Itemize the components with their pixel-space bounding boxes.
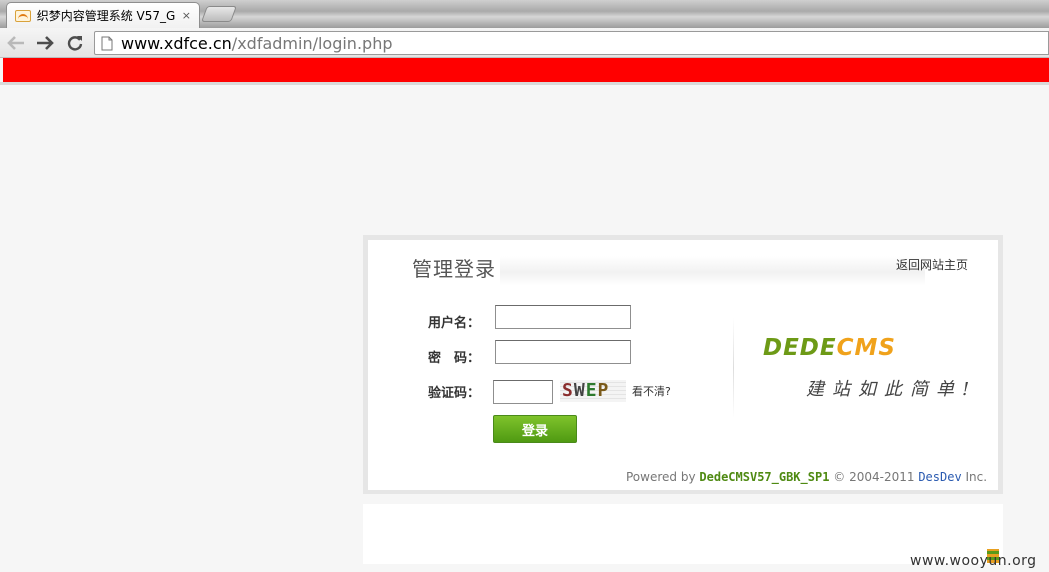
login-title: 管理登录 [412, 257, 496, 281]
redaction-bar [3, 58, 1049, 82]
captcha-char: S [562, 380, 574, 401]
captcha-char: E [585, 380, 598, 401]
url-path: /xdfadmin/login.php [231, 33, 393, 53]
company-link[interactable]: DesDev [918, 470, 961, 484]
tab-close-icon[interactable]: × [182, 9, 191, 22]
brand-slogan: 建站如此简单! [806, 379, 978, 400]
url-host: www.xdfce.cn [121, 33, 232, 53]
new-tab-button[interactable] [201, 6, 237, 22]
address-bar[interactable]: www.xdfce.cn/xdfadmin/login.php [94, 31, 1049, 55]
browser-tab[interactable]: 织梦内容管理系统 V57_G × [6, 2, 200, 28]
copyright-text: © 2004-2011 [833, 470, 915, 484]
url-text: www.xdfce.cn/xdfadmin/login.php [121, 34, 392, 53]
password-label: 密 码： [428, 351, 481, 366]
forward-arrow-icon[interactable] [33, 31, 57, 55]
version-link[interactable]: DedeCMSV57_GBK_SP1 [699, 470, 829, 484]
back-arrow-icon[interactable] [4, 31, 28, 55]
captcha-char: W [573, 380, 586, 401]
username-input[interactable] [495, 305, 631, 329]
browser-tab-strip: 织梦内容管理系统 V57_G × [0, 0, 1049, 28]
captcha-char: P [597, 380, 610, 401]
logo-cms: CMS [836, 335, 896, 361]
panel-divider [733, 318, 734, 418]
watermark-text: www.wooyun.org [910, 553, 1037, 569]
dedecms-favicon-icon [15, 9, 31, 22]
lower-panel [363, 504, 1003, 564]
reload-icon[interactable] [63, 31, 87, 55]
tab-title: 织梦内容管理系统 V57_G [36, 9, 176, 23]
powered-by-footer: Powered by DedeCMSV57_GBK_SP1 © 2004-201… [626, 470, 987, 484]
dedecms-logo: DEDECMS [763, 335, 896, 361]
captcha-input[interactable] [493, 380, 553, 404]
powered-prefix: Powered by [626, 470, 696, 484]
logo-dede: DEDE [763, 335, 837, 361]
toolbar-shadow [0, 82, 1049, 85]
captcha-image[interactable]: SWEP [560, 380, 626, 402]
username-label: 用户名： [428, 316, 481, 331]
return-home-link[interactable]: 返回网站主页 [896, 256, 968, 273]
captcha-refresh-link[interactable]: 看不清? [632, 383, 671, 399]
page-icon [101, 36, 113, 50]
captcha-label: 验证码： [428, 386, 481, 401]
company-suffix: Inc. [965, 470, 988, 484]
title-bar-shade [500, 256, 925, 286]
login-button[interactable]: 登录 [493, 415, 577, 443]
password-input[interactable] [495, 340, 631, 364]
